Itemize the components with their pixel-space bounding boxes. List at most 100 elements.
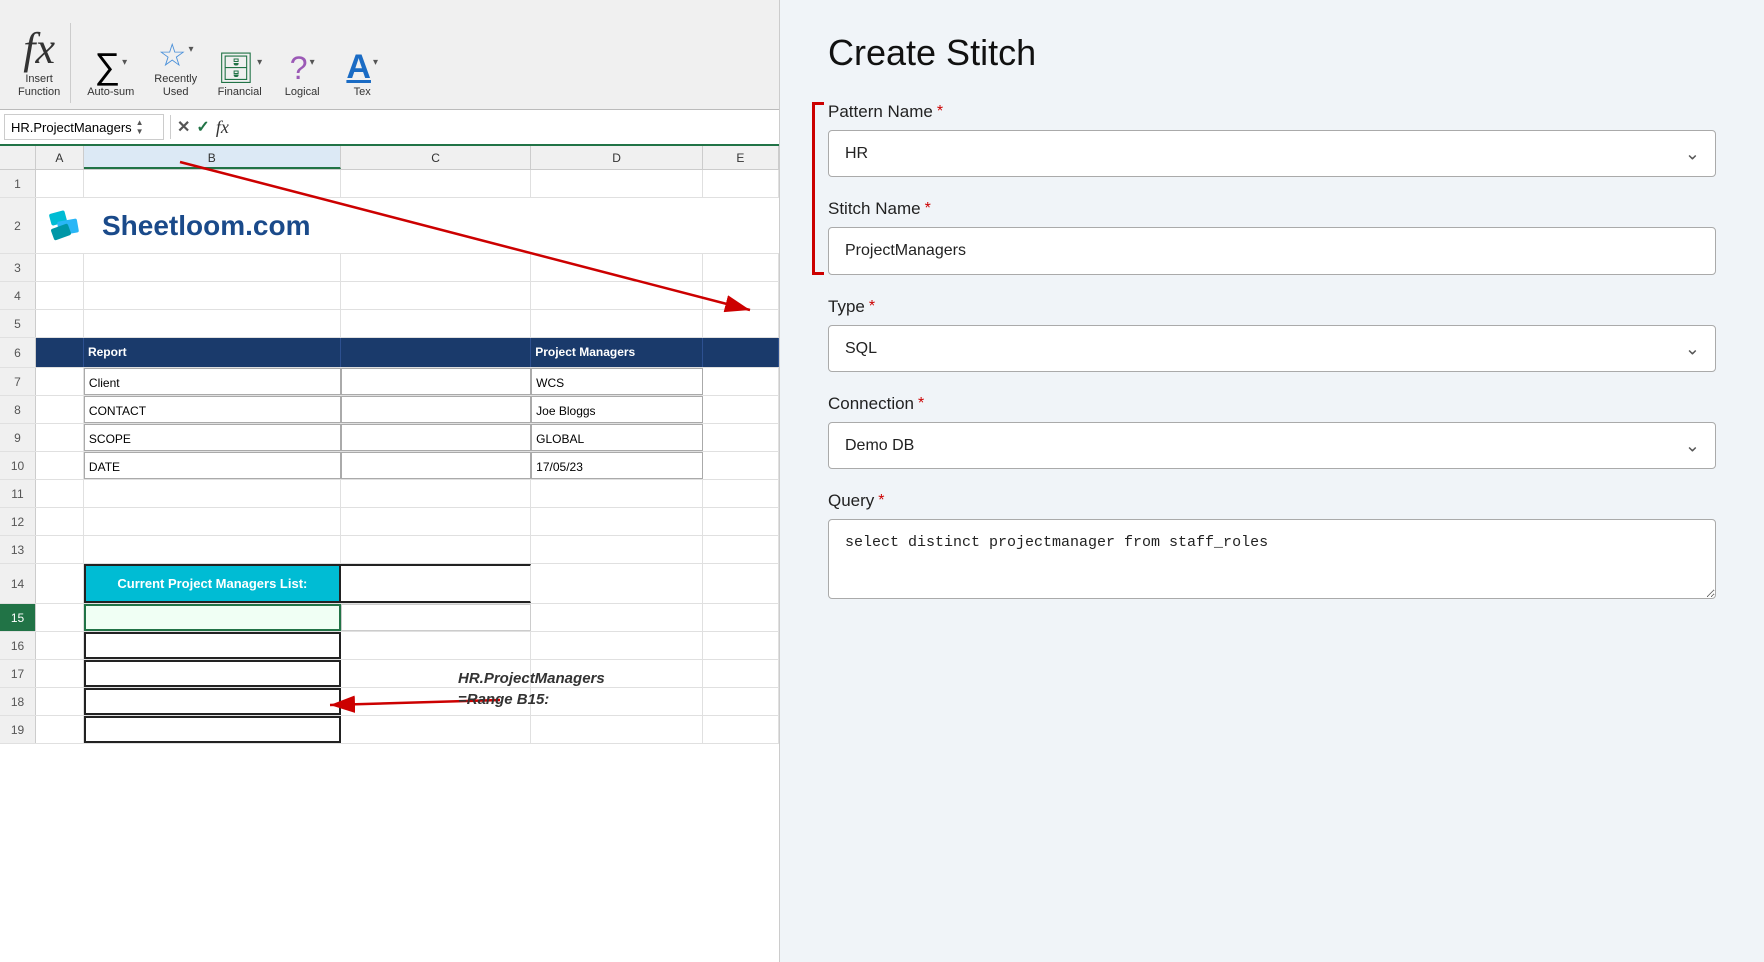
query-label: Query *: [828, 491, 1716, 511]
formula-bar-fx: fx: [216, 117, 229, 138]
table-row: 16: [0, 632, 779, 660]
row-number: 6: [0, 338, 36, 367]
required-star: *: [937, 103, 943, 121]
row-number: 1: [0, 170, 36, 197]
row-number: 19: [0, 716, 36, 743]
row-number: 10: [0, 452, 36, 479]
table-header-report[interactable]: Report: [84, 338, 341, 367]
bracket-decoration: [812, 102, 824, 275]
col-header-d[interactable]: D: [531, 146, 702, 169]
table-row: 4: [0, 282, 779, 310]
formula-annotation: HR.ProjectManagers =Range B15:: [458, 668, 605, 710]
row-number: 4: [0, 282, 36, 309]
required-star-3: *: [869, 298, 875, 316]
pm-cell[interactable]: 17/05/23: [531, 452, 702, 479]
pattern-name-select-wrapper: HR ⌄: [828, 130, 1716, 177]
text-label: Tex: [354, 86, 371, 99]
pattern-name-group: Pattern Name * HR ⌄: [828, 102, 1716, 177]
annotation-line1: HR.ProjectManagers: [458, 670, 605, 687]
type-select[interactable]: SQL REST GraphQL: [828, 325, 1716, 372]
create-stitch-panel: Create Stitch Pattern Name * HR ⌄ Stitch…: [780, 0, 1764, 962]
row-number: 14: [0, 564, 36, 603]
table-row: 19: [0, 716, 779, 744]
pattern-name-label: Pattern Name *: [828, 102, 1716, 122]
sheetloom-row: 2 Sheetloom.com: [0, 198, 779, 254]
row-number: 8: [0, 396, 36, 423]
formula-bar: HR.ProjectManagers ▲ ▼ ✕ ✓ fx: [0, 110, 779, 146]
connection-select[interactable]: Demo DB Production DB Dev DB: [828, 422, 1716, 469]
col-header-b[interactable]: B: [84, 146, 341, 169]
sigma-icon: ∑: [94, 48, 120, 84]
table-row: 7 Client WCS: [0, 368, 779, 396]
corner-cell: [0, 146, 36, 169]
col-header-c[interactable]: C: [341, 146, 532, 169]
text-button[interactable]: A ▾ Tex: [334, 46, 390, 103]
cancel-button[interactable]: ✕: [177, 117, 190, 137]
proj-manager-header[interactable]: Current Project Managers List:: [84, 564, 341, 603]
row-number: 18: [0, 688, 36, 715]
query-textarea[interactable]: select distinct projectmanager from staf…: [828, 519, 1716, 599]
text-icon: A: [346, 50, 371, 84]
column-headers: A B C D E: [0, 146, 779, 170]
row-number: 16: [0, 632, 36, 659]
name-box[interactable]: HR.ProjectManagers ▲ ▼: [4, 114, 164, 140]
row-number: 5: [0, 310, 36, 337]
connection-label: Connection *: [828, 394, 1716, 414]
row-number: 17: [0, 660, 36, 687]
pm-cell[interactable]: GLOBAL: [531, 424, 702, 451]
report-cell[interactable]: SCOPE: [84, 424, 341, 451]
autosum-label: Auto-sum: [87, 86, 134, 99]
required-star-2: *: [925, 200, 931, 218]
type-label: Type *: [828, 297, 1716, 317]
report-cell[interactable]: CONTACT: [84, 396, 341, 423]
connection-group: Connection * Demo DB Production DB Dev D…: [828, 394, 1716, 469]
row-number: 11: [0, 480, 36, 507]
required-star-4: *: [918, 395, 924, 413]
col-header-e[interactable]: E: [703, 146, 779, 169]
table-row: 15: [0, 604, 779, 632]
row-number: 12: [0, 508, 36, 535]
insert-function-button[interactable]: fx Insert Function: [8, 23, 71, 103]
report-cell[interactable]: DATE: [84, 452, 341, 479]
table-row: 8 CONTACT Joe Bloggs: [0, 396, 779, 424]
form-title: Create Stitch: [828, 32, 1716, 74]
insert-function-label: Insert Function: [18, 73, 60, 99]
row-number: 2: [0, 198, 36, 253]
pm-cell[interactable]: WCS: [531, 368, 702, 395]
table-row: 10 DATE 17/05/23: [0, 452, 779, 480]
pattern-name-select[interactable]: HR: [828, 130, 1716, 177]
table-row: 1: [0, 170, 779, 198]
table-row: 11: [0, 480, 779, 508]
col-header-a[interactable]: A: [36, 146, 84, 169]
row-number: 13: [0, 536, 36, 563]
table-row: 12: [0, 508, 779, 536]
table-row: 9 SCOPE GLOBAL: [0, 424, 779, 452]
logical-button[interactable]: ? ▾ Logical: [274, 48, 330, 103]
table-header-pm[interactable]: Project Managers: [531, 338, 702, 367]
table-row: 17: [0, 660, 779, 688]
financial-button[interactable]: 🗄 ▾ Financial: [209, 50, 270, 103]
table-row: 18: [0, 688, 779, 716]
annotation-line2: =Range B15:: [458, 691, 549, 708]
autosum-button[interactable]: ∑ ▾ Auto-sum: [79, 44, 142, 103]
formula-bar-divider: [170, 115, 171, 139]
report-cell[interactable]: Client: [84, 368, 341, 395]
query-group: Query * select distinct projectmanager f…: [828, 491, 1716, 604]
sheetloom-text: Sheetloom.com: [102, 210, 310, 242]
table-header-row: 6 Report Project Managers: [0, 338, 779, 368]
table-row: 5: [0, 310, 779, 338]
logical-icon: ?: [290, 52, 308, 84]
stitch-name-input[interactable]: [828, 227, 1716, 275]
active-cell-b15[interactable]: [84, 604, 341, 631]
pm-cell[interactable]: Joe Bloggs: [531, 396, 702, 423]
logical-label: Logical: [285, 86, 320, 99]
stitch-name-group: Stitch Name *: [828, 199, 1716, 275]
name-box-value: HR.ProjectManagers: [11, 120, 132, 135]
recently-used-icon: ☆: [158, 39, 187, 71]
table-row: 13: [0, 536, 779, 564]
financial-icon: 🗄: [217, 54, 255, 84]
formula-bar-buttons: ✕ ✓: [177, 117, 210, 137]
recently-used-button[interactable]: ☆ ▾ Recently Used: [146, 35, 205, 103]
confirm-button[interactable]: ✓: [196, 117, 209, 137]
required-star-5: *: [878, 492, 884, 510]
